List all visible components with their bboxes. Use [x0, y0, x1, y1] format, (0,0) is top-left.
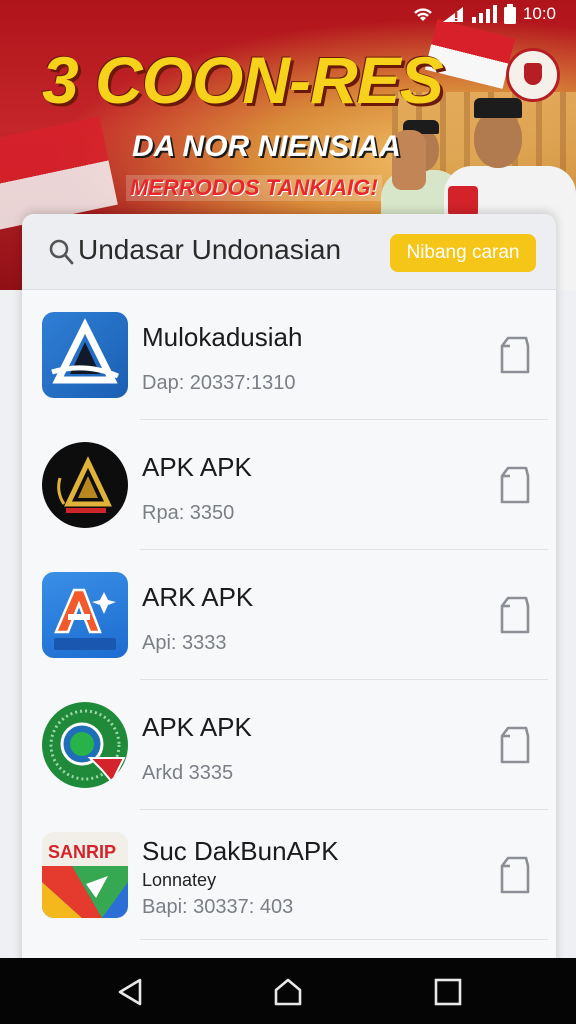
signal-alert-icon	[442, 7, 463, 22]
app-meta: Bapi: 30337: 403	[142, 896, 294, 918]
cell-signal-icon	[471, 5, 497, 23]
banner-headline: 3 COON-RES	[42, 43, 444, 117]
app-meta: Api: 3333	[142, 632, 227, 654]
app-name: APK APK	[142, 712, 252, 742]
download-bag-icon[interactable]	[496, 854, 534, 896]
search-icon[interactable]	[48, 238, 74, 266]
list-item[interactable]: APK APK Arkd 3335	[22, 680, 556, 810]
recents-icon[interactable]	[432, 976, 464, 1008]
search-button[interactable]: Nibang caran	[390, 234, 536, 272]
list-item[interactable]: ARK APK Api: 3333	[22, 550, 556, 680]
search-input[interactable]: Undasar Undonasian	[78, 234, 398, 266]
banner-subtitle: DA NOR NIENSIAA	[132, 130, 401, 163]
navigation-bar	[0, 958, 576, 1024]
home-icon[interactable]	[272, 976, 304, 1008]
green-globe-icon	[42, 702, 128, 788]
download-bag-icon[interactable]	[496, 594, 534, 636]
list-item[interactable]: SANRIP Suc DakBunAPK Lonnatey Bapi: 3033…	[22, 810, 556, 940]
emblem-logo	[506, 48, 560, 102]
banner-tagline: MERRODOS TANKIAIG!	[126, 175, 382, 201]
svg-text:SANRIP: SANRIP	[48, 842, 116, 862]
app-meta: Rpa: 3350	[142, 502, 235, 524]
download-bag-icon[interactable]	[496, 724, 534, 766]
search-bar: Undasar Undonasian Nibang caran	[22, 214, 556, 290]
app-name: ARK APK	[142, 582, 254, 612]
app-name: Mulokadusiah	[142, 322, 303, 352]
download-bag-icon[interactable]	[496, 334, 534, 376]
blue-letter-a-icon	[42, 572, 128, 658]
battery-icon	[503, 4, 516, 24]
list-item[interactable]: Mulokadusiah Dap: 20337:1310	[22, 290, 556, 420]
download-bag-icon[interactable]	[496, 464, 534, 506]
back-icon[interactable]	[114, 976, 146, 1008]
app-list: Mulokadusiah Dap: 20337:1310 APK APK Rpa…	[22, 290, 556, 940]
status-time: 10:0	[522, 4, 556, 23]
wifi-icon	[414, 8, 432, 21]
santrip-maps-icon: SANRIP	[42, 832, 128, 918]
app-name: Suc DakBunAPK	[142, 836, 339, 866]
app-name: APK APK	[142, 452, 252, 482]
status-bar: 10:0	[376, 0, 576, 28]
black-gold-emblem-icon	[42, 442, 128, 528]
app-meta: Arkd 3335	[142, 762, 234, 784]
app-meta: Dap: 20337:1310	[142, 372, 296, 394]
divider	[140, 939, 548, 940]
blue-triangle-logo-icon	[42, 312, 128, 398]
app-list-card: Undasar Undonasian Nibang caran Mulokadu…	[22, 214, 556, 974]
app-subtitle: Lonnatey	[142, 870, 217, 890]
list-item[interactable]: APK APK Rpa: 3350	[22, 420, 556, 550]
